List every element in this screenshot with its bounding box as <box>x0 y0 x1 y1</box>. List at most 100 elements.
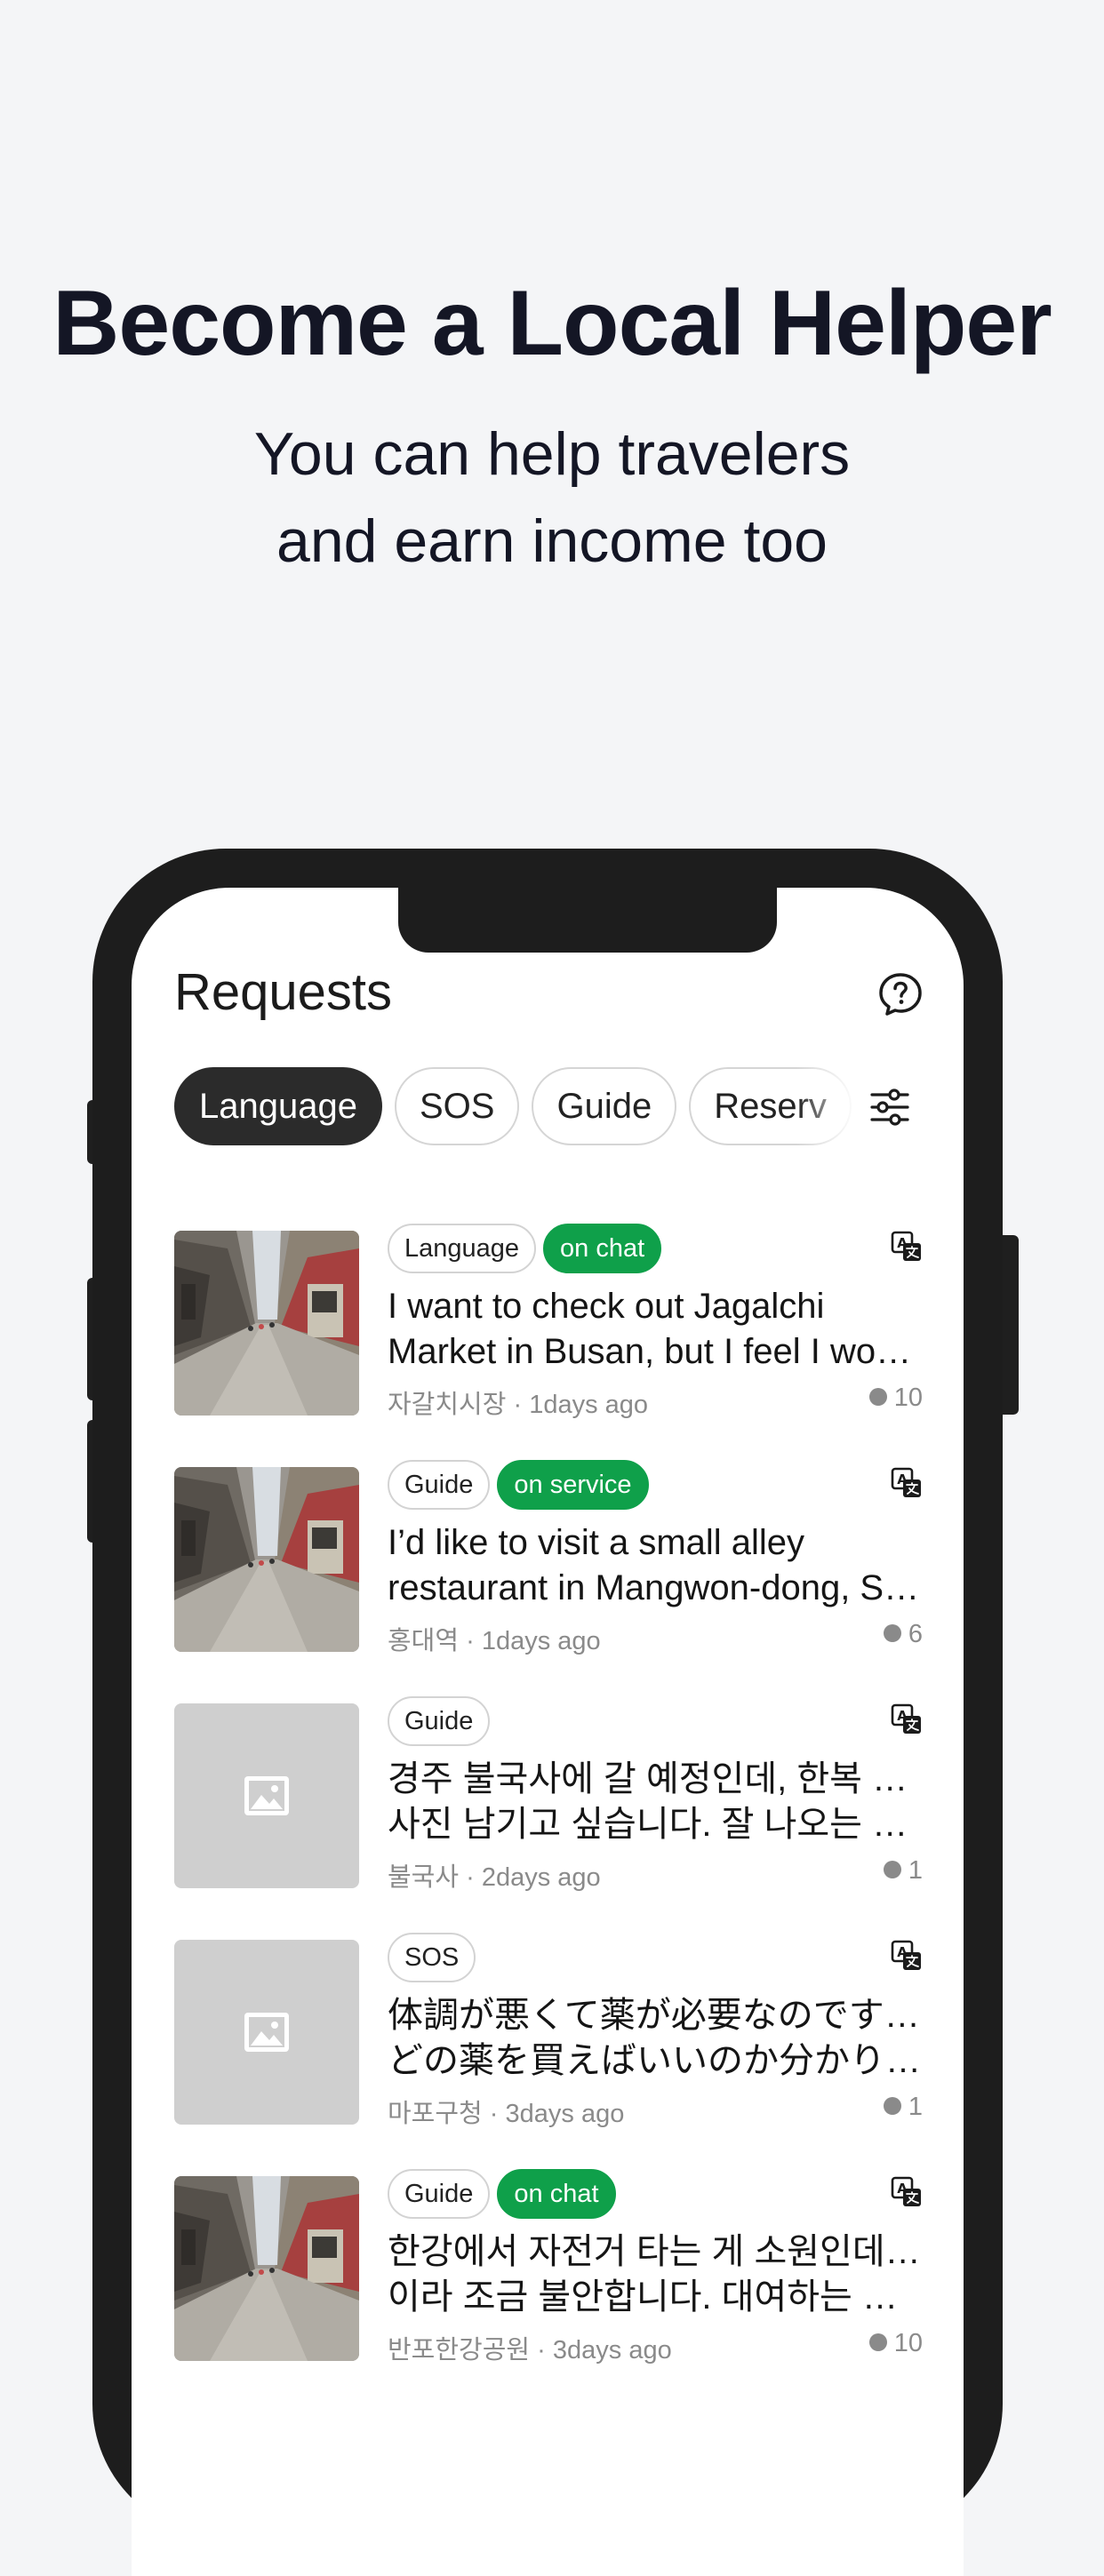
request-thumbnail <box>174 2176 359 2361</box>
translate-icon[interactable]: A <box>891 1467 923 1499</box>
hero-subtitle-line-2: and earn income too <box>276 507 828 575</box>
request-thumbnail <box>174 1940 359 2125</box>
request-title-line-1: 경주 불국사에 갈 예정인데, 한복 입고 <box>388 1759 923 1798</box>
category-tag: Guide <box>388 1460 491 1510</box>
hero-title: Become a Local Helper <box>52 272 1052 375</box>
status-badge: on chat <box>497 2169 616 2219</box>
request-location: 홍대역 <box>388 1627 460 1655</box>
request-title-line-2: restaurant in Mangwon-dong, Se… <box>388 1568 923 1607</box>
image-placeholder-icon <box>244 1776 289 1815</box>
comment-count-value: 6 <box>908 1620 923 1648</box>
meta-separator: · <box>466 1627 482 1655</box>
request-thumbnail <box>174 1467 359 1652</box>
request-content: Guide on chat A 한강에서 자전거 타는 게 소원인데 처음 이라 … <box>388 2169 923 2365</box>
comment-icon <box>883 1861 901 1879</box>
translate-icon[interactable]: A <box>891 1940 923 1972</box>
request-tags: Guide on chat <box>388 2169 923 2219</box>
category-tag: SOS <box>388 1933 476 1982</box>
status-badge: on service <box>497 1460 649 1510</box>
request-time: 3days ago <box>505 2100 625 2128</box>
request-item-4[interactable]: SOS A 体調が悪くて薬が必要なのですが、 どの薬を買えばいいのか分かりま… … <box>174 1933 923 2169</box>
request-title: 경주 불국사에 갈 예정인데, 한복 입고 사진 남기고 싶습니다. 잘 나오는… <box>388 1757 923 1847</box>
request-title: I want to check out Jagalchi Market in B… <box>388 1284 923 1375</box>
comment-count: 10 <box>868 1384 923 1413</box>
request-title-line-1: 体調が悪くて薬が必要なのですが、 <box>388 1996 923 2035</box>
comment-icon <box>883 2097 901 2116</box>
request-title-line-1: I want to check out Jagalchi <box>388 1287 825 1326</box>
request-location: 자갈치시장 <box>388 1391 507 1419</box>
request-list: Language on chat A I want to check out Ja… <box>174 1224 923 2405</box>
page-title: Requests <box>174 963 393 1021</box>
request-title-line-1: I’d like to visit a small alley <box>388 1523 805 1562</box>
translate-icon[interactable]: A <box>891 1231 923 1263</box>
comment-icon <box>868 1388 887 1407</box>
request-time: 1days ago <box>529 1391 649 1419</box>
comment-count: 6 <box>883 1620 923 1649</box>
filter-icon[interactable] <box>869 1087 910 1128</box>
category-tag: Guide <box>388 2169 491 2219</box>
comment-count: 10 <box>868 2329 923 2358</box>
help-icon[interactable] <box>878 972 923 1017</box>
comment-icon <box>868 2333 887 2352</box>
request-title: 한강에서 자전거 타는 게 소원인데 처음 이라 조금 불안합니다. 대여하는 … <box>388 2229 923 2320</box>
street-photo-image <box>174 2176 359 2361</box>
request-item-1[interactable]: Language on chat A I want to check out Ja… <box>174 1224 923 1460</box>
chip-sos[interactable]: SOS <box>394 1067 520 1145</box>
comment-icon <box>883 1624 901 1643</box>
chip-fade-overlay <box>796 1067 859 1149</box>
meta-separator: · <box>513 1391 530 1419</box>
phone-screen: Requests Language SOS Guide Reserv Langu… <box>132 888 964 2576</box>
translate-icon[interactable]: A <box>891 2176 923 2208</box>
comment-count: 1 <box>883 2093 923 2122</box>
request-tags: Language on chat <box>388 1224 923 1273</box>
request-location: 반포한강공원 <box>388 2336 531 2365</box>
request-time: 2days ago <box>481 1863 601 1892</box>
status-badge: on chat <box>543 1224 662 1273</box>
image-placeholder-icon <box>244 2013 289 2052</box>
request-tags: SOS <box>388 1933 923 1982</box>
request-content: SOS A 体調が悪くて薬が必要なのですが、 どの薬を買えばいいのか分かりま… … <box>388 1933 923 2128</box>
street-photo-image <box>174 1231 359 1416</box>
request-thumbnail <box>174 1703 359 1888</box>
chip-language[interactable]: Language <box>174 1067 382 1145</box>
hero-subtitle: You can help travelers and earn income t… <box>0 411 1104 585</box>
category-chips: Language SOS Guide Reserv <box>174 1067 939 1149</box>
request-meta: 홍대역 · 1days ago 6 <box>388 1620 923 1655</box>
street-photo-image <box>174 1467 359 1652</box>
request-title-line-2: どの薬を買えばいいのか分かりま… <box>388 2041 923 2080</box>
chip-guide[interactable]: Guide <box>532 1067 677 1145</box>
request-meta: 불국사 · 2days ago 1 <box>388 1856 923 1892</box>
comment-count-value: 10 <box>893 1384 923 1412</box>
request-content: Language on chat A I want to check out Ja… <box>388 1224 923 1419</box>
meta-separator: · <box>537 2336 553 2365</box>
comment-count-value: 1 <box>908 1856 923 1885</box>
request-thumbnail <box>174 1231 359 1416</box>
request-item-5[interactable]: Guide on chat A 한강에서 자전거 타는 게 소원인데 처음 이라 … <box>174 2169 923 2405</box>
request-tags: Guide on service <box>388 1460 923 1510</box>
request-meta: 마포구청 · 3days ago 1 <box>388 2093 923 2128</box>
request-item-3[interactable]: Guide A 경주 불국사에 갈 예정인데, 한복 입고 사진 남기고 싶습니… <box>174 1696 923 1933</box>
phone-frame: Requests Language SOS Guide Reserv Langu… <box>92 849 1003 2576</box>
request-title-line-2: Market in Busan, but I feel I won’… <box>388 1332 923 1371</box>
request-tags: Guide <box>388 1696 923 1746</box>
request-item-2[interactable]: Guide on service A I’d like to visit a sm… <box>174 1460 923 1696</box>
request-title: 体調が悪くて薬が必要なのですが、 どの薬を買えばいいのか分かりま… <box>388 1993 923 2084</box>
request-title: I’d like to visit a small alley restaura… <box>388 1520 923 1611</box>
request-time: 3days ago <box>552 2336 672 2365</box>
request-time: 1days ago <box>481 1627 601 1655</box>
request-title-line-1: 한강에서 자전거 타는 게 소원인데 처음 <box>388 2232 923 2271</box>
request-title-line-2: 이라 조금 불안합니다. 대여하는 거부… <box>388 2277 923 2317</box>
request-content: Guide on service A I’d like to visit a sm… <box>388 1460 923 1655</box>
request-location: 마포구청 <box>388 2100 483 2128</box>
translate-icon[interactable]: A <box>891 1703 923 1735</box>
comment-count: 1 <box>883 1856 923 1886</box>
comment-count-value: 10 <box>893 2329 923 2357</box>
request-content: Guide A 경주 불국사에 갈 예정인데, 한복 입고 사진 남기고 싶습니… <box>388 1696 923 1892</box>
category-tag: Language <box>388 1224 537 1273</box>
request-meta: 자갈치시장 · 1days ago 10 <box>388 1384 923 1419</box>
request-meta: 반포한강공원 · 3days ago 10 <box>388 2329 923 2365</box>
comment-count-value: 1 <box>908 2093 923 2121</box>
meta-separator: · <box>489 2100 506 2128</box>
chip-scroll-area[interactable]: Language SOS Guide Reserv <box>174 1067 859 1149</box>
meta-separator: · <box>466 1863 482 1892</box>
